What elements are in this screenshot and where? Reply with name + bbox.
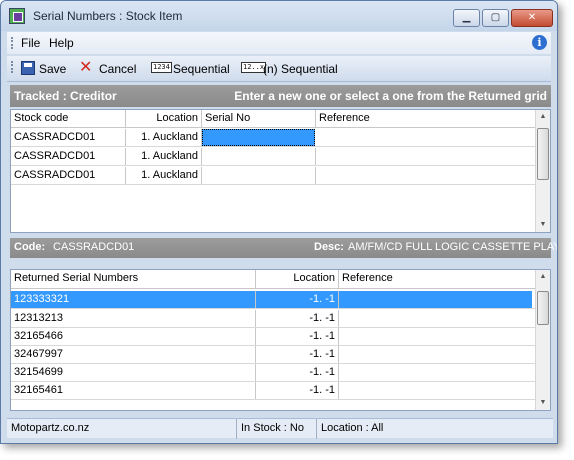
cell-returned-location: -1. -1 [256, 291, 339, 308]
col-reference[interactable]: Reference [316, 110, 536, 127]
save-button[interactable]: Save [21, 61, 67, 77]
minimize-button[interactable]: ▁ [453, 9, 480, 27]
cell-stock-code: CASSRADCD01 [11, 167, 126, 184]
code-label: Code: [14, 241, 46, 253]
desc-label: Desc: [314, 241, 344, 253]
status-bar: Motopartz.co.nz In Stock : No Location :… [7, 418, 553, 439]
returned-grid-scrollbar[interactable]: ▲ ▼ [535, 270, 550, 410]
save-label: Save [39, 62, 67, 76]
cell-returned-reference [339, 328, 532, 345]
cell-returned-location: -1. -1 [256, 346, 339, 363]
returned-row[interactable]: 12313213 -1. -1 [11, 310, 550, 328]
scroll-thumb[interactable] [537, 291, 549, 325]
returned-row[interactable]: 32154699 -1. -1 [11, 364, 550, 382]
cell-returned-location: -1. -1 [256, 310, 339, 327]
cell-location: 1. Auckland [126, 148, 202, 165]
tracked-grid-header: Stock code Location Serial No Reference [11, 110, 550, 128]
cell-location: 1. Auckland [126, 129, 202, 146]
code-desc-bar: Code: CASSRADCD01 Desc: AM/FM/CD FULL LO… [10, 238, 557, 258]
tracked-row[interactable]: CASSRADCD01 1. Auckland [11, 129, 550, 147]
col-serial-no[interactable]: Serial No [202, 110, 316, 127]
cell-reference[interactable] [316, 148, 536, 165]
col-location[interactable]: Location [126, 110, 202, 127]
cell-stock-code: CASSRADCD01 [11, 148, 126, 165]
cancel-label: Cancel [99, 62, 137, 76]
close-button[interactable]: ✕ [511, 9, 553, 27]
cell-returned-reference [339, 364, 532, 381]
cell-returned-location: -1. -1 [256, 328, 339, 345]
cell-returned-serial: 32165461 [11, 382, 256, 399]
cell-serial-no[interactable] [202, 129, 315, 146]
cell-returned-reference [339, 291, 532, 308]
app-icon [9, 8, 25, 24]
title-bar[interactable]: Serial Numbers : Stock Item ▁ ▢ ✕ [1, 1, 557, 31]
status-company: Motopartz.co.nz [7, 419, 237, 439]
tracked-row[interactable]: CASSRADCD01 1. Auckland [11, 167, 550, 185]
cell-returned-reference [339, 382, 532, 399]
cell-returned-serial: 123333321 [11, 291, 256, 308]
tracked-grid-scrollbar[interactable]: ▲ ▼ [535, 110, 550, 232]
maximize-button[interactable]: ▢ [482, 9, 509, 27]
code-value: CASSRADCD01 [53, 241, 135, 253]
sequential-label: Sequential [173, 62, 230, 76]
returned-row[interactable]: 123333321 -1. -1 [11, 291, 550, 309]
n-sequential-label: (n) Sequential [263, 62, 338, 76]
status-location: Location : All [321, 422, 384, 434]
tracked-instruction: Enter a new one or select a one from the… [234, 89, 547, 103]
returned-grid[interactable]: Returned Serial Numbers Location Referen… [10, 269, 551, 411]
cell-returned-serial: 32165466 [11, 328, 256, 345]
sequential-icon: 1234 [151, 62, 172, 73]
serial-numbers-window: Serial Numbers : Stock Item ▁ ▢ ✕ File H… [0, 0, 558, 444]
scroll-up-icon[interactable]: ▲ [536, 110, 550, 124]
tracked-title: Tracked : Creditor [14, 89, 117, 103]
menu-bar: File Help i [7, 32, 551, 54]
scroll-down-icon[interactable]: ▼ [536, 218, 550, 232]
cell-returned-serial: 32154699 [11, 364, 256, 381]
returned-row[interactable]: 32165466 -1. -1 [11, 328, 550, 346]
status-in-stock: In Stock : No [237, 419, 317, 439]
scroll-up-icon[interactable]: ▲ [536, 270, 550, 284]
cancel-button[interactable]: ✕ Cancel [79, 59, 139, 77]
toolbar: Save ✕ Cancel 1234 Sequential 12..x (n) … [7, 56, 551, 82]
cell-reference[interactable] [316, 167, 536, 184]
col-returned-reference[interactable]: Reference [339, 270, 532, 288]
tracked-grid[interactable]: Stock code Location Serial No Reference … [10, 109, 551, 233]
cell-serial-no[interactable] [202, 148, 316, 165]
cell-returned-location: -1. -1 [256, 364, 339, 381]
col-stock-code[interactable]: Stock code [11, 110, 126, 127]
cell-location: 1. Auckland [126, 167, 202, 184]
window-title: Serial Numbers : Stock Item [33, 9, 183, 23]
cell-returned-reference [339, 310, 532, 327]
save-icon [21, 61, 35, 75]
n-sequential-button[interactable]: 12..x (n) Sequential [241, 61, 351, 77]
toolbar-grip [11, 61, 13, 73]
col-returned-serial[interactable]: Returned Serial Numbers [11, 270, 256, 288]
returned-row[interactable]: 32165461 -1. -1 [11, 382, 550, 400]
info-icon[interactable]: i [532, 35, 547, 50]
cancel-icon: ✕ [79, 59, 93, 76]
returned-row[interactable]: 32467997 -1. -1 [11, 346, 550, 364]
scroll-thumb[interactable] [537, 128, 549, 180]
scroll-down-icon[interactable]: ▼ [536, 396, 550, 410]
menu-help[interactable]: Help [49, 36, 74, 50]
cell-returned-serial: 32467997 [11, 346, 256, 363]
cell-returned-location: -1. -1 [256, 382, 339, 399]
cell-serial-no[interactable] [202, 167, 316, 184]
tracked-header: Tracked : Creditor Enter a new one or se… [10, 85, 551, 107]
menu-file[interactable]: File [21, 36, 40, 50]
desc-value: AM/FM/CD FULL LOGIC CASSETTE PLAY [348, 241, 558, 253]
cell-stock-code: CASSRADCD01 [11, 129, 126, 146]
tracked-row[interactable]: CASSRADCD01 1. Auckland [11, 148, 550, 166]
returned-grid-header: Returned Serial Numbers Location Referen… [11, 270, 550, 289]
cell-reference[interactable] [316, 129, 536, 146]
menu-grip [11, 37, 13, 49]
cell-returned-reference [339, 346, 532, 363]
sequential-button[interactable]: 1234 Sequential [151, 61, 231, 77]
cell-returned-serial: 12313213 [11, 310, 256, 327]
col-returned-location[interactable]: Location [256, 270, 339, 288]
